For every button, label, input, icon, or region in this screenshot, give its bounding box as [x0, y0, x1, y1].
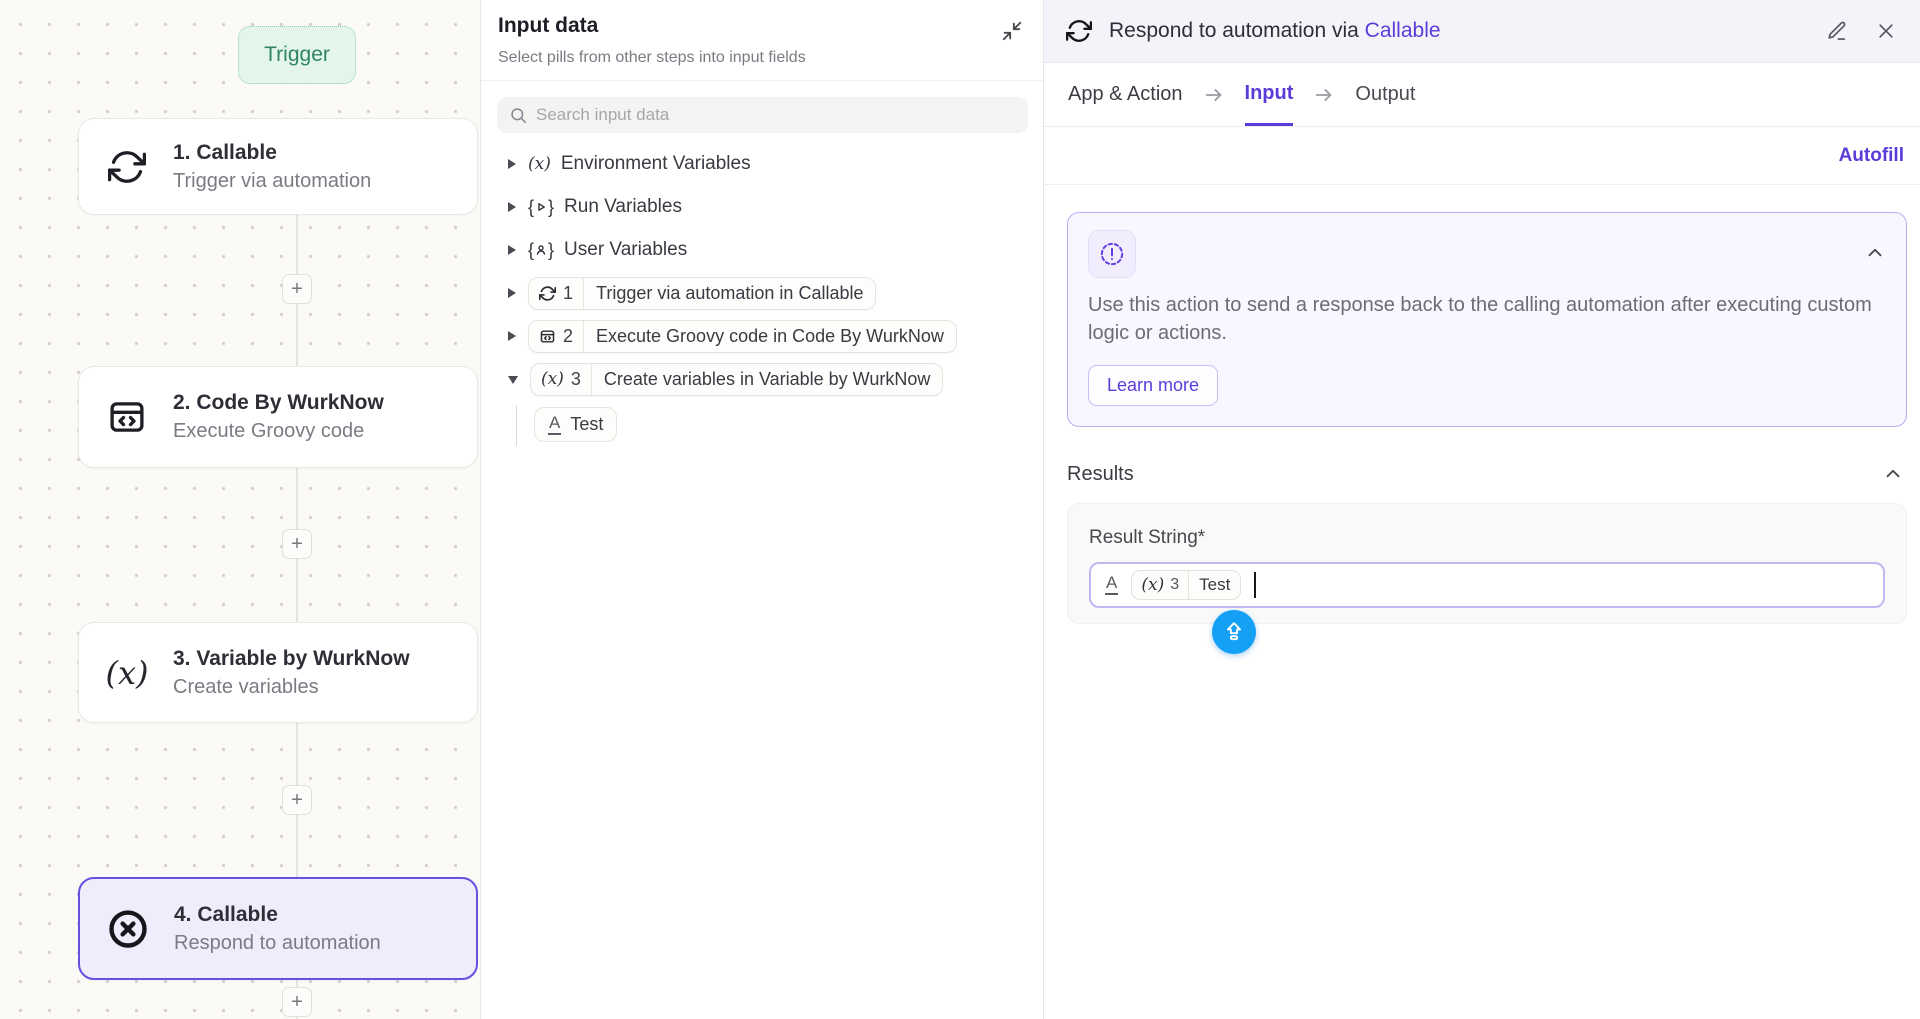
- caret-right-icon: [508, 159, 516, 169]
- sync-icon: [539, 285, 556, 302]
- info-text: Use this action to send a response back …: [1088, 291, 1886, 348]
- step-title: 3. Variable by WurkNow: [173, 647, 410, 671]
- tree-item-run-variables[interactable]: {} Run Variables: [508, 190, 1027, 224]
- add-step-button[interactable]: +: [282, 274, 312, 304]
- tab-input[interactable]: Input: [1245, 63, 1294, 126]
- brace-play-icon: {}: [528, 197, 554, 218]
- step-card-1-callable[interactable]: 1. Callable Trigger via automation: [78, 118, 478, 215]
- tab-output[interactable]: Output: [1355, 63, 1415, 126]
- results-heading: Results: [1067, 463, 1134, 486]
- paren-x-icon: (x): [541, 369, 564, 389]
- pill-label: Execute Groovy code in Code By WurkNow: [584, 321, 956, 352]
- variable-pill-test[interactable]: (x) 3 Test: [1131, 570, 1241, 600]
- result-string-label: Result String*: [1089, 527, 1885, 549]
- step-subtitle: Execute Groovy code: [173, 420, 384, 443]
- step-number: 1: [563, 283, 573, 304]
- circle-x-icon: [102, 906, 154, 952]
- step-number: 3: [571, 369, 581, 390]
- text-icon: A: [548, 414, 561, 435]
- step-subtitle: Respond to automation: [174, 932, 381, 955]
- code-window-icon: [539, 328, 556, 345]
- caret-right-icon: [508, 202, 516, 212]
- step-card-4-callable-selected[interactable]: 4. Callable Respond to automation: [78, 877, 478, 980]
- workflow-canvas: Trigger 1. Callable Trigger via automati…: [0, 0, 481, 1019]
- caret-right-icon: [508, 245, 516, 255]
- step-title: 4. Callable: [174, 903, 381, 927]
- insert-pill-button[interactable]: [1212, 610, 1256, 654]
- tree-item-step-3-expanded[interactable]: (x) 3 Create variables in Variable by Wu…: [508, 362, 1027, 396]
- input-data-title: Input data: [498, 14, 598, 38]
- tree-item-step-1[interactable]: 1 Trigger via automation in Callable: [508, 276, 1027, 310]
- result-string-input[interactable]: A (x) 3 Test: [1089, 562, 1885, 608]
- divider: [481, 80, 1043, 81]
- tree-item-label: Environment Variables: [561, 153, 751, 175]
- chevron-up-icon[interactable]: [1864, 242, 1886, 264]
- code-window-icon: [101, 396, 153, 438]
- caret-right-icon: [508, 331, 516, 341]
- pill-label: Test: [570, 414, 603, 435]
- search-input[interactable]: [536, 105, 1016, 125]
- step-title: 1. Callable: [173, 141, 371, 165]
- tree-children: A Test: [516, 405, 1027, 446]
- caret-down-icon: [508, 376, 518, 384]
- search-icon: [509, 106, 528, 125]
- variable-x-icon: (x): [101, 654, 153, 692]
- close-icon[interactable]: [1876, 21, 1896, 41]
- add-step-button[interactable]: +: [282, 785, 312, 815]
- step-number: 2: [563, 326, 573, 347]
- sync-icon: [1066, 18, 1092, 44]
- action-info-box: Use this action to send a response back …: [1067, 212, 1907, 427]
- sync-icon: [101, 148, 153, 186]
- detail-header: Respond to automation via Callable: [1044, 0, 1920, 63]
- step-subtitle: Create variables: [173, 676, 410, 699]
- input-data-subtitle: Select pills from other steps into input…: [498, 49, 1023, 67]
- trigger-badge[interactable]: Trigger: [238, 26, 356, 84]
- caret-right-icon: [508, 288, 516, 298]
- paren-x-icon: (x): [1141, 575, 1164, 595]
- autofill-button[interactable]: Autofill: [1839, 145, 1904, 167]
- tree-item-label: User Variables: [564, 239, 687, 261]
- step-card-2-code-by-wurknow[interactable]: 2. Code By WurkNow Execute Groovy code: [78, 366, 478, 468]
- step-subtitle: Trigger via automation: [173, 170, 371, 193]
- tree-item-step-2[interactable]: 2 Execute Groovy code in Code By WurkNow: [508, 319, 1027, 353]
- tree-item-user-variables[interactable]: {} User Variables: [508, 233, 1027, 267]
- pill-label: Test: [1189, 571, 1240, 599]
- learn-more-button[interactable]: Learn more: [1088, 365, 1218, 406]
- pill-label: Trigger via automation in Callable: [584, 278, 875, 309]
- input-data-panel: Input data Select pills from other steps…: [481, 0, 1044, 1019]
- autofill-row: Autofill: [1044, 127, 1920, 185]
- tab-app-and-action[interactable]: App & Action: [1068, 63, 1183, 126]
- step-title: 2. Code By WurkNow: [173, 391, 384, 415]
- callable-link[interactable]: Callable: [1365, 19, 1441, 42]
- result-string-card: Result String* A (x) 3 Test: [1067, 503, 1907, 624]
- text-icon: A: [1105, 574, 1118, 595]
- step-card-3-variable-by-wurknow[interactable]: (x) 3. Variable by WurkNow Create variab…: [78, 622, 478, 723]
- paren-x-icon: (x): [528, 154, 551, 174]
- text-cursor: [1254, 572, 1256, 598]
- step-tabs: App & Action Input Output: [1044, 63, 1920, 127]
- variable-pill-test[interactable]: A Test: [534, 407, 617, 442]
- collapse-panel-icon[interactable]: [1001, 20, 1023, 42]
- pill-label: Create variables in Variable by WurkNow: [592, 364, 942, 395]
- step-number: 3: [1170, 576, 1179, 594]
- detail-title: Respond to automation via Callable: [1109, 19, 1441, 43]
- tree-item-environment-variables[interactable]: (x) Environment Variables: [508, 147, 1027, 181]
- search-input-data[interactable]: [497, 97, 1028, 133]
- action-detail-panel: Respond to automation via Callable App &…: [1044, 0, 1920, 1019]
- add-step-button[interactable]: +: [282, 987, 312, 1017]
- results-section-header: Results: [1067, 463, 1904, 486]
- arrow-right-icon: [1313, 63, 1335, 126]
- info-alert-icon: [1088, 230, 1136, 278]
- tree-item-label: Run Variables: [564, 196, 682, 218]
- chevron-up-icon[interactable]: [1882, 463, 1904, 485]
- input-data-tree: (x) Environment Variables {} Run Variabl…: [508, 147, 1027, 446]
- edit-icon[interactable]: [1826, 20, 1848, 42]
- add-step-button[interactable]: +: [282, 529, 312, 559]
- arrow-up-eject-icon: [1222, 620, 1246, 644]
- brace-user-icon: {}: [528, 240, 554, 261]
- arrow-right-icon: [1203, 63, 1225, 126]
